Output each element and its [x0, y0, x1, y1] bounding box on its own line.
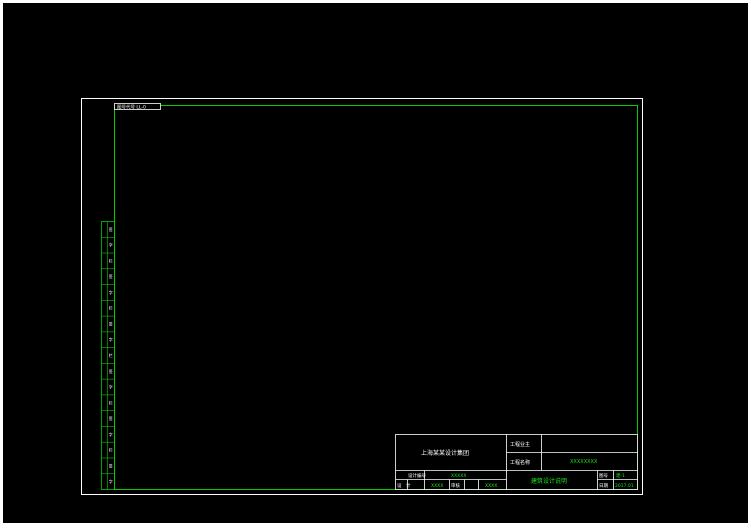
side-strip-cell-text: 签 [109, 462, 113, 468]
sheet-no-value: 建-1 [616, 472, 625, 479]
design-label: 设 计 [397, 482, 411, 489]
side-strip-cell-text: 栏 [109, 305, 113, 311]
title-block: 上海某某设计集团 工程业主 工程名称 XXXXXXXX 设计编号 XXXXX 设… [395, 434, 638, 490]
side-strip-cell-text: 字 [109, 242, 113, 248]
side-strip-cell-text: 栏 [109, 257, 113, 263]
design-value: XXXX [431, 483, 443, 489]
side-strip-cell-text: 栏 [109, 399, 113, 405]
side-strip-cell-text: 签 [109, 368, 113, 374]
project-owner-label: 工程业主 [510, 441, 530, 448]
side-strip-cell-text: 签 [109, 273, 113, 279]
project-name-label: 工程名称 [510, 459, 530, 466]
design-no-value: XXXXX [451, 473, 466, 479]
top-label-box[interactable]: 图号代号 LL-0 [114, 103, 161, 111]
drawing-title: 建筑设计说明 [531, 477, 567, 485]
side-strip-cell-text: 签 [109, 320, 113, 326]
company-name: 上海某某设计集团 [421, 449, 469, 457]
review-value: XXXX [485, 483, 497, 489]
side-strip-cell-text: 签 [109, 415, 113, 421]
side-strip-cell-text: 字 [109, 478, 113, 484]
side-strip-cell-text: 签 [109, 226, 113, 232]
side-strip-cell-text: 字 [109, 431, 113, 437]
side-strip-cell-text: 字 [109, 289, 113, 295]
side-strip-cell-text: 字 [109, 336, 113, 342]
side-strip-cell-text: 栏 [109, 447, 113, 453]
design-no-label: 设计编号 [408, 472, 426, 479]
drawing-frame [114, 105, 638, 490]
project-name-value: XXXXXXXX [570, 459, 598, 465]
side-strip-cell-text: 字 [109, 384, 113, 390]
cad-drawing-canvas[interactable]: 图号代号 LL-0 签字栏签字栏签字栏签字栏签字栏签字 上海某某设计集团 工程业… [3, 3, 748, 523]
side-strip-cell-text: 栏 [109, 352, 113, 358]
sheet-no-label: 图号 [599, 473, 608, 479]
date-value: 2017.01 [615, 483, 634, 489]
top-label-text: 图号代号 LL-0 [117, 104, 146, 111]
review-label: 审核 [451, 482, 460, 489]
side-signature-strip: 签字栏签字栏签字栏签字栏签字栏签字 [101, 221, 115, 490]
date-label: 日期 [599, 483, 608, 489]
